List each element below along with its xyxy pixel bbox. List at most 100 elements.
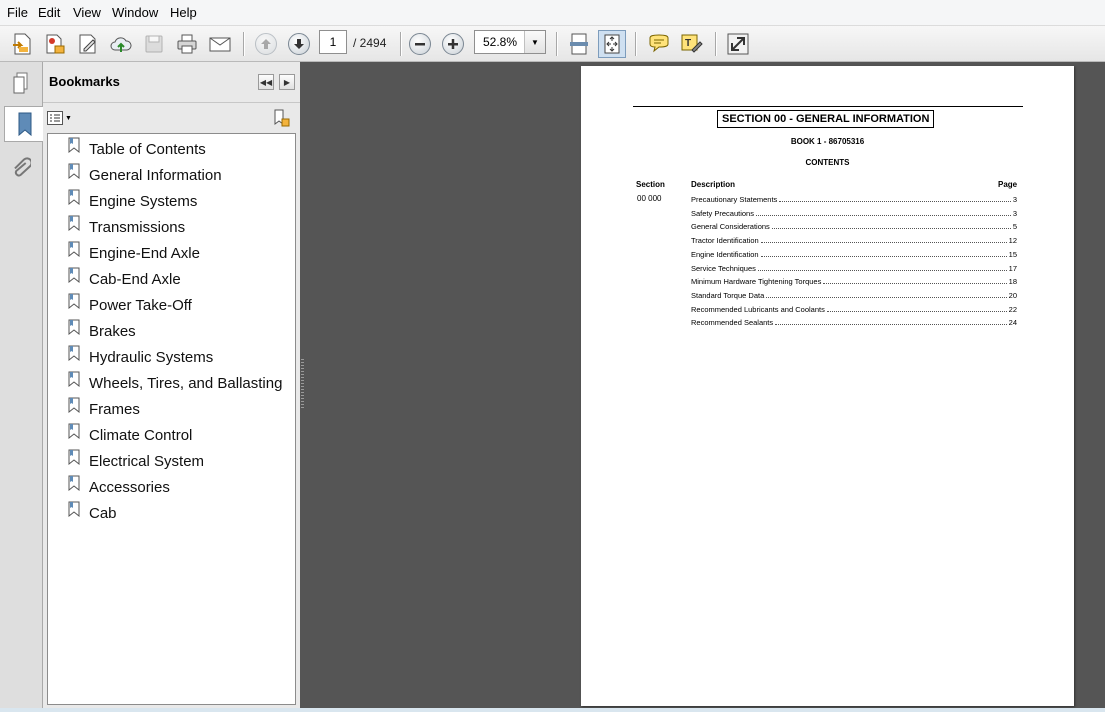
svg-text:T: T (685, 38, 691, 49)
toc-entry: Safety Precautions 3 (691, 207, 1017, 218)
email-button[interactable] (206, 30, 234, 58)
highlight-text-button[interactable]: T (678, 30, 706, 58)
paperclip-icon (14, 157, 31, 177)
scroll-mode-icon (570, 33, 588, 55)
bookmark-page-icon (68, 449, 80, 465)
minus-icon (415, 43, 425, 46)
panel-menu-button[interactable]: ▶ (279, 74, 295, 90)
toc-description: Tractor Identification (691, 236, 759, 246)
toc-description: Standard Torque Data (691, 290, 765, 300)
menu-window[interactable]: Window (112, 6, 158, 20)
bookmark-label: General Information (89, 166, 222, 184)
zoom-select[interactable]: 52.8% ▼ (474, 30, 546, 54)
toc-page-number: 24 (1008, 318, 1017, 328)
attachments-button[interactable] (4, 152, 38, 186)
bookmark-icon (18, 112, 31, 137)
column-header-section: Section (636, 180, 665, 189)
toc-description: Recommended Sealants (691, 318, 774, 328)
arrow-up-icon (261, 39, 271, 49)
fit-width-button[interactable] (565, 30, 593, 58)
bookmark-item[interactable]: Cab (68, 501, 117, 524)
bookmark-item[interactable]: Cab-End Axle (68, 267, 181, 290)
zoom-out-button[interactable] (406, 30, 434, 58)
bookmark-item[interactable]: General Information (68, 163, 222, 186)
splitter-grip[interactable] (301, 359, 304, 409)
bookmark-item[interactable]: Transmissions (68, 215, 185, 238)
bookmark-item[interactable]: Wheels, Tires, and Ballasting (68, 371, 282, 394)
full-screen-button[interactable] (724, 30, 752, 58)
cloud-upload-icon (110, 37, 132, 52)
bookmark-item[interactable]: Electrical System (68, 449, 205, 472)
menu-edit[interactable]: Edit (38, 6, 60, 20)
section-title: SECTION 00 - GENERAL INFORMATION (717, 110, 935, 128)
combine-files-button[interactable] (41, 30, 69, 58)
panel-toolbar: ▼ (43, 103, 300, 133)
fit-page-icon (604, 34, 620, 54)
save-button[interactable] (140, 30, 168, 58)
toolbar-separator (243, 32, 245, 56)
bookmark-label: Electrical System (89, 452, 205, 470)
menu-view[interactable]: View (73, 6, 101, 20)
bookmark-page-icon (68, 475, 80, 491)
bookmark-label: Hydraulic Systems (89, 348, 214, 366)
document-viewport[interactable]: SECTION 00 - GENERAL INFORMATION BOOK 1 … (306, 62, 1105, 708)
zoom-in-button[interactable] (439, 30, 467, 58)
column-header-page: Page (998, 180, 1018, 189)
toc-page-number: 3 (1012, 195, 1017, 204)
expand-bookmark-button[interactable] (271, 108, 291, 128)
fit-page-button[interactable] (598, 30, 626, 58)
edit-pdf-button[interactable] (74, 30, 102, 58)
toc-leader-dots (757, 269, 1007, 271)
create-pdf-icon (13, 33, 31, 55)
bookmark-item[interactable]: Engine Systems (68, 189, 197, 212)
bookmark-item[interactable]: Power Take-Off (68, 293, 192, 316)
pdf-page: SECTION 00 - GENERAL INFORMATION BOOK 1 … (581, 66, 1074, 706)
arrow-down-icon (294, 39, 304, 49)
page-number-input[interactable]: 1 (319, 30, 347, 54)
toc-page-number: 22 (1008, 304, 1017, 314)
printer-icon (177, 34, 197, 54)
collapse-panel-button[interactable]: ◀◀ (258, 74, 274, 90)
bookmark-label: Climate Control (89, 426, 193, 444)
column-header-description: Description (691, 180, 736, 189)
page-thumbnails-button[interactable] (4, 66, 38, 100)
upload-cloud-button[interactable] (107, 30, 135, 58)
chevron-right-icon: ▶ (283, 77, 291, 87)
menu-file[interactable]: File (7, 6, 28, 20)
bookmark-page-icon (68, 397, 80, 413)
toc-entry: Recommended Sealants 24 (691, 316, 1017, 327)
toc-entry: General Considerations 5 (691, 220, 1017, 231)
next-page-button[interactable] (285, 30, 313, 58)
status-strip (0, 708, 1105, 712)
bookmark-item[interactable]: Table of Contents (68, 137, 206, 160)
comment-button[interactable] (645, 30, 673, 58)
toc-leader-dots (771, 227, 1011, 230)
page-total-label: / 2494 (353, 36, 387, 50)
chevron-down-icon[interactable]: ▼ (524, 31, 545, 53)
print-button[interactable] (173, 30, 201, 58)
bookmark-item[interactable]: Frames (68, 397, 140, 420)
toolbar: T (0, 26, 1105, 62)
toc-entry: Precautionary Statements 3 (691, 193, 1017, 204)
bookmark-label: Table of Contents (89, 140, 206, 158)
toc-leader-dots (823, 282, 1007, 285)
create-pdf-button[interactable] (8, 30, 36, 58)
toc-description: Service Techniques (691, 263, 756, 273)
bookmark-options-button[interactable]: ▼ (47, 109, 73, 127)
toc-entry: Engine Identification 15 (691, 248, 1017, 259)
toc-page-number: 17 (1008, 263, 1017, 273)
contents-heading: CONTENTS (805, 158, 850, 167)
section-number: 00 000 (637, 194, 662, 203)
double-chevron-left-icon: ◀◀ (259, 77, 273, 87)
toolbar-separator (556, 32, 558, 56)
bookmark-item[interactable]: Accessories (68, 475, 170, 498)
toolbar-separator (400, 32, 402, 56)
menu-help[interactable]: Help (170, 6, 197, 20)
bookmark-item[interactable]: Engine-End Axle (68, 241, 200, 264)
bookmark-item[interactable]: Climate Control (68, 423, 193, 446)
previous-page-button[interactable] (252, 30, 280, 58)
bookmark-item[interactable]: Hydraulic Systems (68, 345, 214, 368)
bookmarks-tab-button[interactable] (4, 106, 44, 142)
bookmark-item[interactable]: Brakes (68, 319, 136, 342)
bookmark-label: Frames (89, 400, 140, 418)
